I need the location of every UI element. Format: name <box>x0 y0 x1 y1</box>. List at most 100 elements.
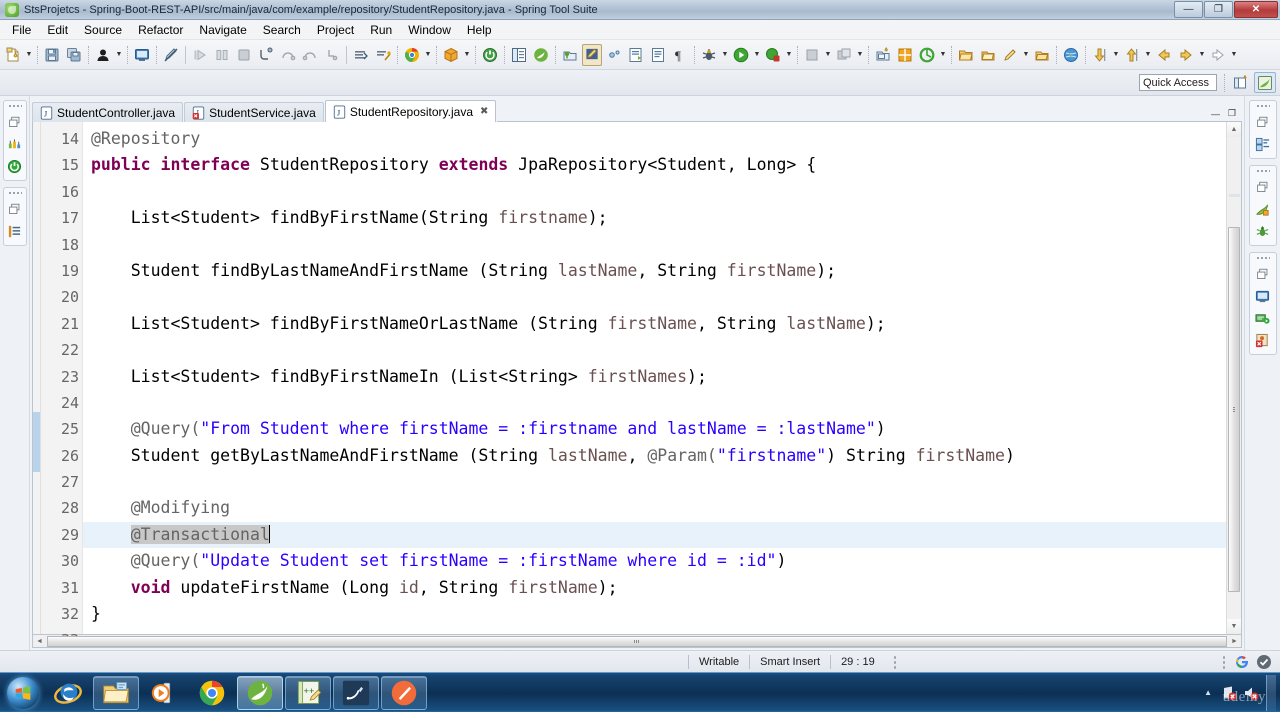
drop-frame-icon[interactable] <box>322 44 342 66</box>
open-resource-icon[interactable] <box>1000 44 1020 66</box>
taskbar-spring-tool-suite[interactable] <box>237 675 283 710</box>
restore-icon[interactable] <box>6 200 24 218</box>
servers-icon[interactable] <box>1254 309 1272 327</box>
power-icon[interactable] <box>480 44 500 66</box>
maximize-editor-icon[interactable]: ❐ <box>1228 108 1236 119</box>
menu-source[interactable]: Source <box>76 21 130 39</box>
close-button[interactable]: ✕ <box>1234 1 1278 18</box>
suspend-icon[interactable] <box>212 44 232 66</box>
menu-project[interactable]: Project <box>309 21 362 39</box>
menu-navigate[interactable]: Navigate <box>191 21 254 39</box>
chevron-down-icon[interactable]: ▼ <box>1021 44 1031 66</box>
code-line[interactable]: List<Student> findByFirstNameOrLastName … <box>83 311 1226 337</box>
code-line[interactable]: @Modifying <box>83 495 1226 521</box>
step-return-icon[interactable] <box>300 44 320 66</box>
globe-icon[interactable] <box>1061 44 1081 66</box>
code-line[interactable]: @Query("Update Student set firstName = :… <box>83 548 1226 574</box>
editor-tab-student-controller[interactable]: J StudentController.java <box>32 102 184 122</box>
restore-icon[interactable] <box>6 113 24 131</box>
spring-perspective-icon[interactable] <box>1254 72 1276 93</box>
task-icon[interactable] <box>626 44 646 66</box>
outline-icon[interactable] <box>6 222 24 240</box>
open-resource2-icon[interactable] <box>1032 44 1052 66</box>
user-icon[interactable] <box>93 44 113 66</box>
forward-arrow-icon[interactable] <box>1176 44 1196 66</box>
menu-window[interactable]: Window <box>400 21 459 39</box>
task-list-icon[interactable] <box>1254 135 1272 153</box>
package-icon[interactable] <box>441 44 461 66</box>
pin-icon[interactable] <box>978 44 998 66</box>
open-folder-icon[interactable] <box>956 44 976 66</box>
scroll-down-icon[interactable]: ▼ <box>1227 619 1241 634</box>
menu-run[interactable]: Run <box>362 21 400 39</box>
taskbar-google-chrome[interactable] <box>189 676 235 710</box>
chevron-down-icon[interactable]: ▼ <box>720 44 730 66</box>
spring-leaf-icon[interactable] <box>531 44 551 66</box>
console-icon[interactable] <box>132 44 152 66</box>
code-line[interactable]: @Query("From Student where firstName = :… <box>83 416 1226 442</box>
code-line[interactable] <box>83 179 1226 205</box>
problems-icon[interactable] <box>1254 331 1272 349</box>
code-line[interactable]: List<Student> findByFirstName(String fir… <box>83 205 1226 231</box>
scroll-thumb[interactable] <box>1228 227 1240 592</box>
chevron-down-icon[interactable]: ▼ <box>1197 44 1207 66</box>
chevron-down-icon[interactable]: ▼ <box>1229 44 1239 66</box>
new-package-icon[interactable] <box>873 44 893 66</box>
show-desktop-button[interactable] <box>1266 674 1276 711</box>
pilcrow-icon[interactable]: ¶ <box>670 44 690 66</box>
chevron-down-icon[interactable]: ▼ <box>823 44 833 66</box>
editor-annotation-ruler[interactable] <box>33 122 41 634</box>
code-line[interactable]: @Transactional <box>83 521 1226 549</box>
minimize-button[interactable]: — <box>1174 1 1203 18</box>
run-green-icon[interactable] <box>731 44 751 66</box>
highlight-icon[interactable] <box>604 44 624 66</box>
editor-tab-student-repository[interactable]: J StudentRepository.java ✖ <box>324 100 497 122</box>
boot-dashboard-icon[interactable] <box>6 157 24 175</box>
code-line[interactable]: Student findByLastNameAndFirstName (Stri… <box>83 258 1226 284</box>
chevron-down-icon[interactable]: ▼ <box>1143 44 1153 66</box>
debug-bug-icon[interactable] <box>1254 222 1272 240</box>
menu-refactor[interactable]: Refactor <box>130 21 191 39</box>
resume-icon[interactable] <box>190 44 210 66</box>
menu-help[interactable]: Help <box>459 21 500 39</box>
java-edit-icon[interactable] <box>582 43 602 66</box>
taskbar-postman[interactable] <box>381 675 427 710</box>
taskbar-windows-media-player[interactable] <box>141 676 187 710</box>
taskbar-notepad-plus-plus[interactable]: ++ <box>285 675 331 710</box>
down-arrow-icon[interactable] <box>1090 44 1110 66</box>
code-line[interactable] <box>83 390 1226 416</box>
editor-tab-student-service[interactable]: J StudentService.java <box>184 102 324 122</box>
chevron-down-icon[interactable]: ▼ <box>24 44 34 66</box>
drag-handle[interactable] <box>1255 169 1270 174</box>
minimize-editor-icon[interactable]: — <box>1211 109 1220 119</box>
code-line[interactable] <box>83 232 1226 258</box>
chevron-down-icon[interactable]: ▼ <box>462 44 472 66</box>
code-line[interactable] <box>83 469 1226 495</box>
taskbar-windows-explorer[interactable] <box>93 675 139 710</box>
console-icon[interactable] <box>1254 287 1272 305</box>
step-over-icon[interactable] <box>278 44 298 66</box>
google-sync-icon[interactable] <box>1234 654 1250 670</box>
network-error-icon[interactable] <box>1220 684 1238 702</box>
external-tools-icon[interactable] <box>802 44 822 66</box>
check-status-icon[interactable] <box>1256 654 1272 670</box>
quick-access-input[interactable]: Quick Access <box>1139 74 1217 91</box>
status-drag-handle[interactable] <box>892 654 897 669</box>
maximize-button[interactable]: ❐ <box>1204 1 1233 18</box>
open-perspective-icon[interactable] <box>1230 72 1252 93</box>
chevron-down-icon[interactable]: ▼ <box>1111 44 1121 66</box>
start-button[interactable] <box>2 675 44 711</box>
code-line[interactable]: public interface StudentRepository exten… <box>83 152 1226 178</box>
new-class-icon[interactable] <box>834 44 854 66</box>
next-arrow-icon[interactable] <box>1208 44 1228 66</box>
debug-bug-icon[interactable] <box>699 44 719 66</box>
drag-handle[interactable] <box>7 104 22 109</box>
code-line[interactable]: @Repository <box>83 126 1226 152</box>
pencil-strike-icon[interactable] <box>161 44 181 66</box>
chevron-down-icon[interactable]: ▼ <box>114 44 124 66</box>
package-explorer-icon[interactable] <box>6 135 24 153</box>
code-line[interactable]: } <box>83 601 1226 627</box>
editor-horizontal-scrollbar[interactable]: ◄ ► <box>32 635 1242 648</box>
close-icon[interactable]: ✖ <box>480 106 488 117</box>
up-arrow-icon[interactable] <box>1122 44 1142 66</box>
